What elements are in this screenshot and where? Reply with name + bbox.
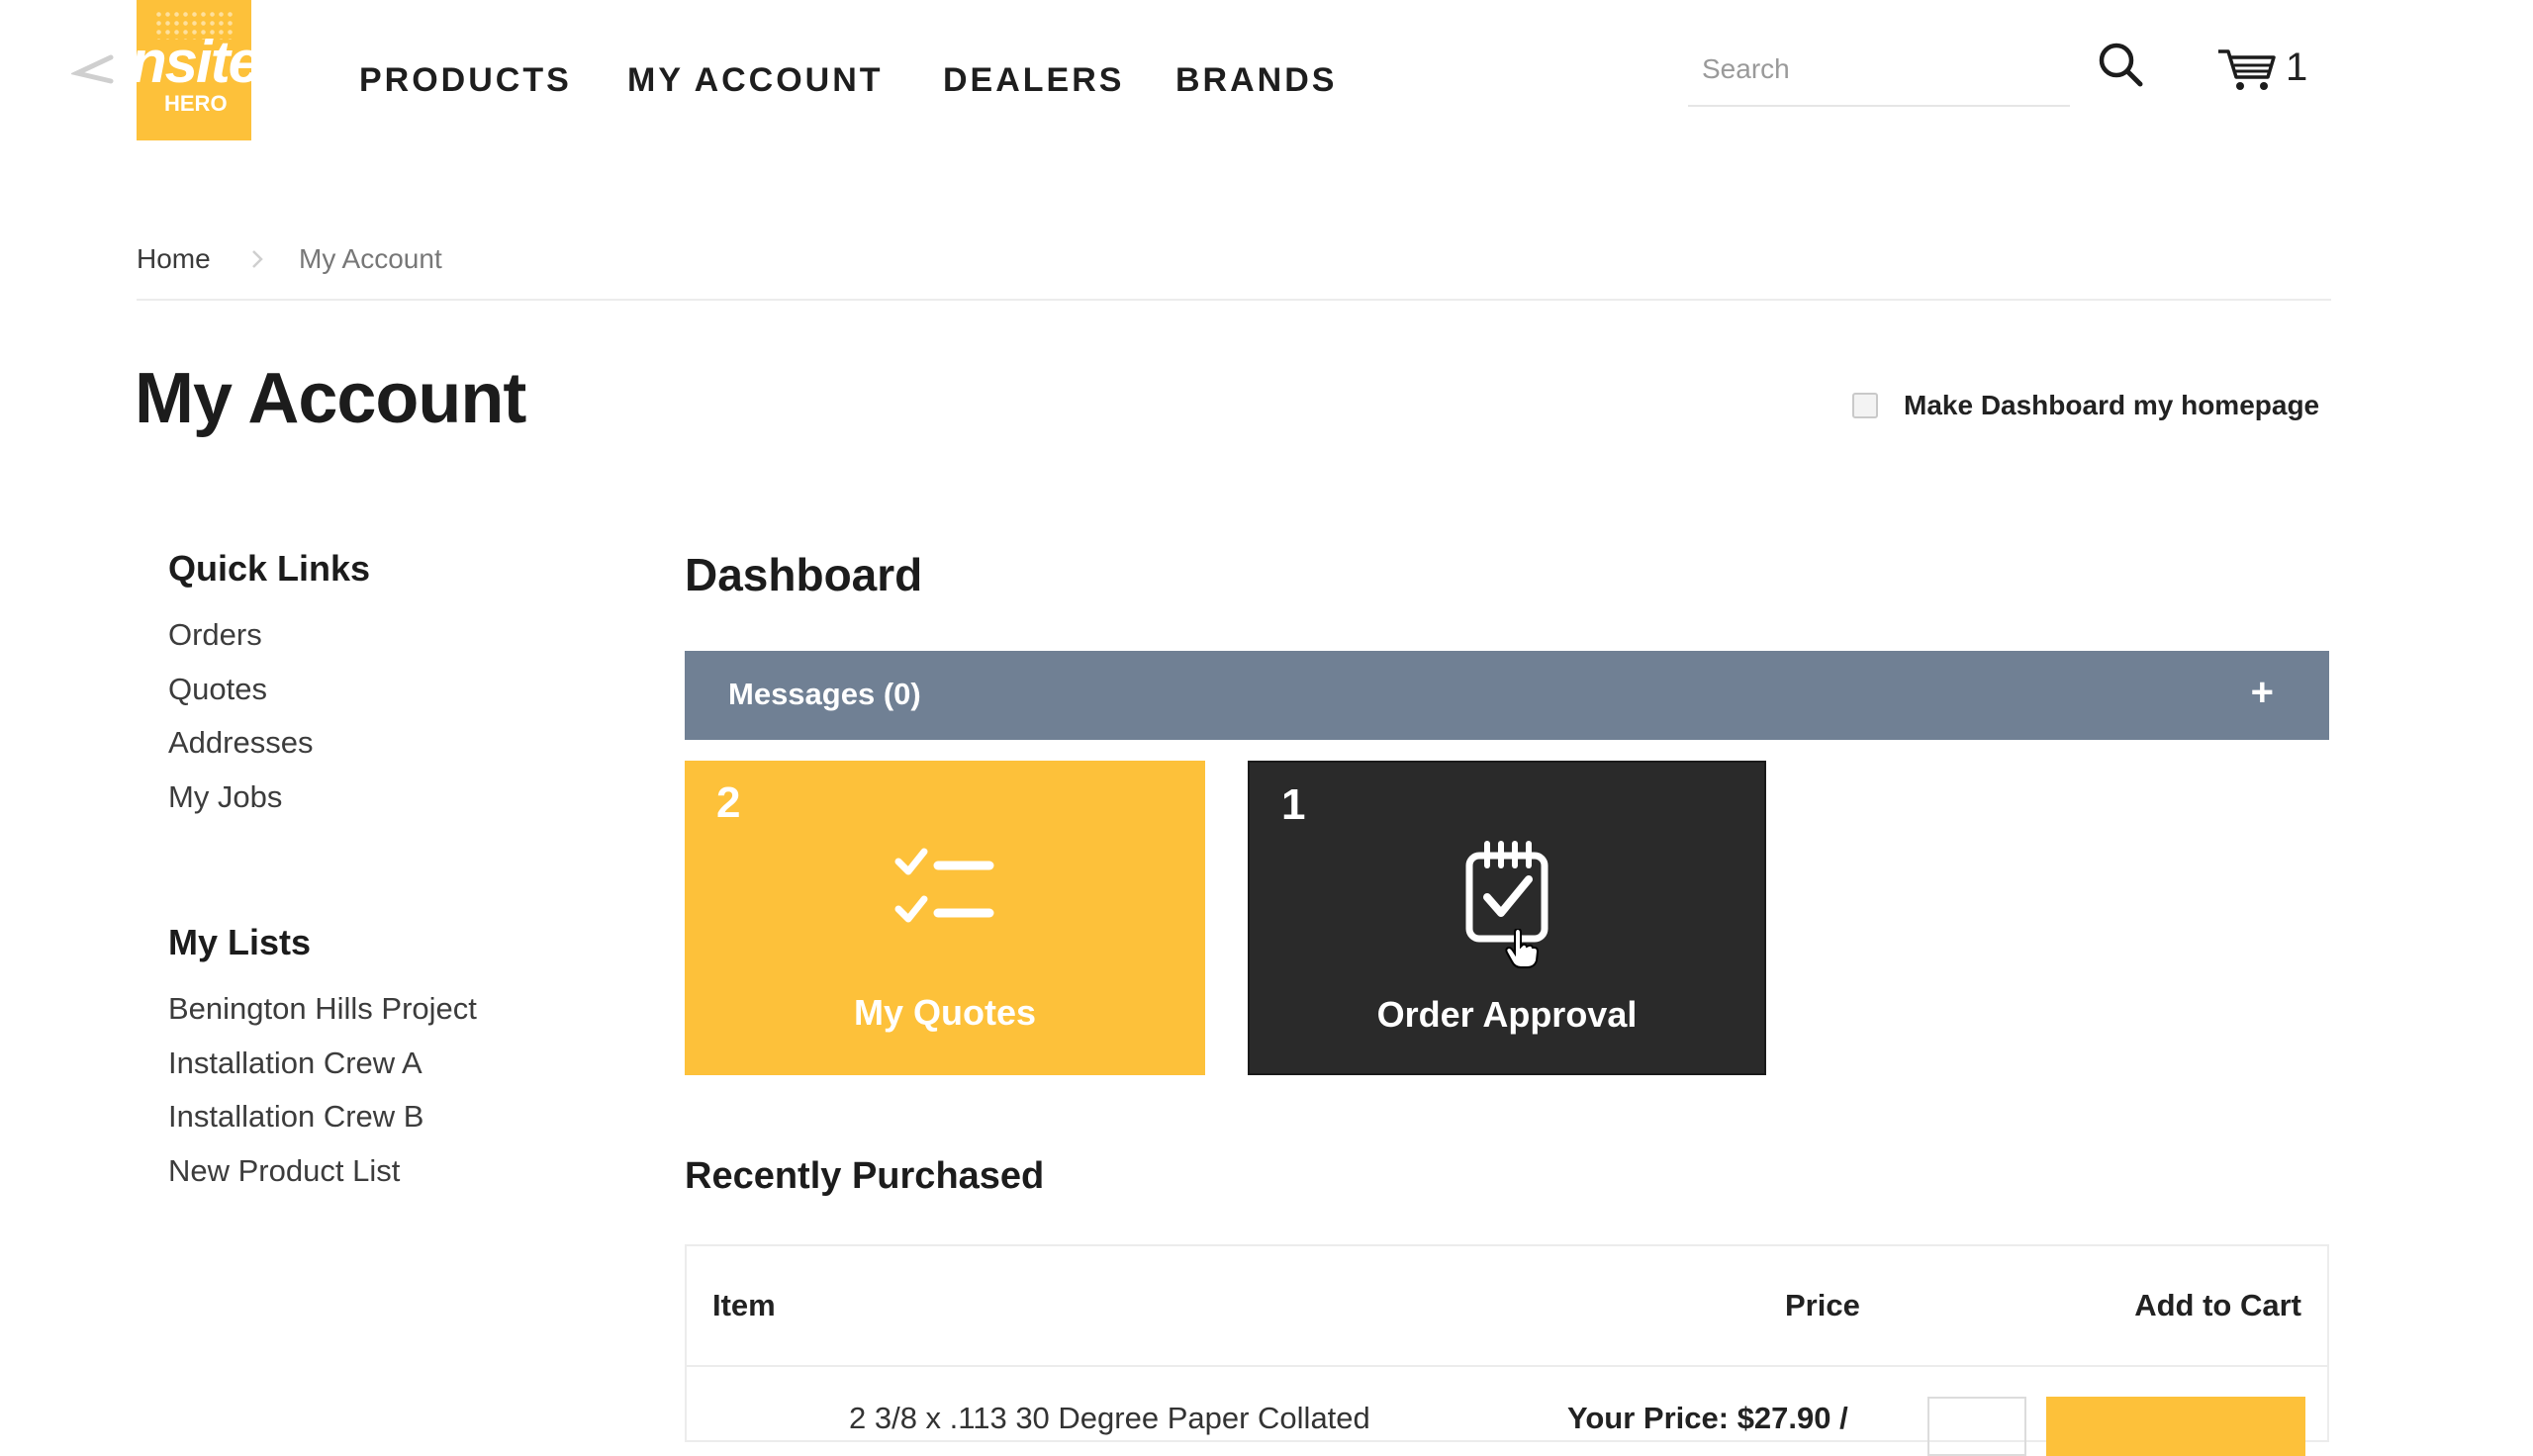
search-icon[interactable] bbox=[2096, 40, 2145, 89]
recently-purchased-heading: Recently Purchased bbox=[685, 1155, 1045, 1197]
breadcrumb-home[interactable]: Home bbox=[137, 243, 211, 275]
quantity-input[interactable] bbox=[1927, 1397, 2026, 1456]
quick-link-quotes[interactable]: Quotes bbox=[168, 672, 267, 707]
messages-label: Messages (0) bbox=[728, 677, 921, 711]
divider bbox=[137, 299, 2331, 301]
search-box bbox=[1688, 40, 2070, 107]
site-logo[interactable]: nsite HERO bbox=[137, 0, 251, 140]
quick-link-my-jobs[interactable]: My Jobs bbox=[168, 779, 282, 815]
list-item[interactable]: Installation Crew A bbox=[168, 1046, 422, 1081]
dashboard-heading: Dashboard bbox=[685, 549, 923, 600]
row-item-price: Your Price: $27.90 / bbox=[1567, 1401, 1848, 1435]
list-item[interactable]: New Product List bbox=[168, 1153, 400, 1189]
homepage-checkbox[interactable] bbox=[1852, 393, 1878, 418]
quick-link-orders[interactable]: Orders bbox=[168, 617, 262, 653]
cart-icon[interactable] bbox=[2216, 46, 2278, 93]
add-to-cart-button[interactable] bbox=[2046, 1397, 2305, 1456]
column-header-price: Price bbox=[1785, 1288, 1860, 1322]
homepage-label[interactable]: Make Dashboard my homepage bbox=[1904, 390, 2319, 421]
list-item[interactable]: Benington Hills Project bbox=[168, 991, 477, 1027]
list-item[interactable]: Installation Crew B bbox=[168, 1099, 423, 1135]
breadcrumb-current: My Account bbox=[299, 243, 442, 274]
logo-text: nsite bbox=[137, 29, 251, 95]
chevron-right-icon bbox=[252, 250, 263, 268]
nav-my-account[interactable]: MY ACCOUNT bbox=[627, 61, 884, 100]
nav-brands[interactable]: BRANDS bbox=[1175, 61, 1337, 100]
nav-products[interactable]: PRODUCTS bbox=[359, 61, 572, 100]
nav-dealers[interactable]: DEALERS bbox=[943, 61, 1124, 100]
homepage-toggle[interactable]: Make Dashboard my homepage bbox=[1852, 390, 2319, 421]
my-quotes-label: My Quotes bbox=[853, 992, 1037, 1033]
my-quotes-tile[interactable]: 2 My Quotes bbox=[685, 761, 1205, 1075]
row-item-name[interactable]: 2 3/8 x .113 30 Degree Paper Collated bbox=[849, 1401, 1370, 1436]
approval-count: 1 bbox=[1281, 780, 1306, 829]
order-approval-label: Order Approval bbox=[1376, 994, 1638, 1035]
logo-subtext: HERO bbox=[164, 91, 228, 116]
order-approval-tile[interactable]: 1 Order Approval bbox=[1248, 761, 1766, 1075]
quick-links-heading: Quick Links bbox=[168, 548, 371, 589]
my-lists-heading: My Lists bbox=[168, 922, 312, 962]
back-arrow-icon[interactable] bbox=[71, 51, 117, 87]
search-input[interactable] bbox=[1688, 40, 2070, 99]
hand-cursor-icon bbox=[1505, 929, 1539, 968]
divider bbox=[687, 1365, 2327, 1367]
quick-link-addresses[interactable]: Addresses bbox=[168, 725, 313, 761]
cart-count[interactable]: 1 bbox=[2286, 46, 2307, 90]
plus-icon[interactable]: + bbox=[2251, 673, 2274, 712]
page-title: My Account bbox=[135, 359, 526, 438]
messages-panel-header[interactable]: Messages (0) + bbox=[685, 651, 2329, 740]
recently-purchased-table: Item Price Add to Cart 2 3/8 x .113 30 D… bbox=[685, 1244, 2329, 1456]
quotes-count: 2 bbox=[716, 778, 741, 827]
column-header-item: Item bbox=[712, 1288, 776, 1322]
checklist-icon bbox=[894, 848, 994, 923]
column-header-add-to-cart: Add to Cart bbox=[2134, 1288, 2301, 1322]
